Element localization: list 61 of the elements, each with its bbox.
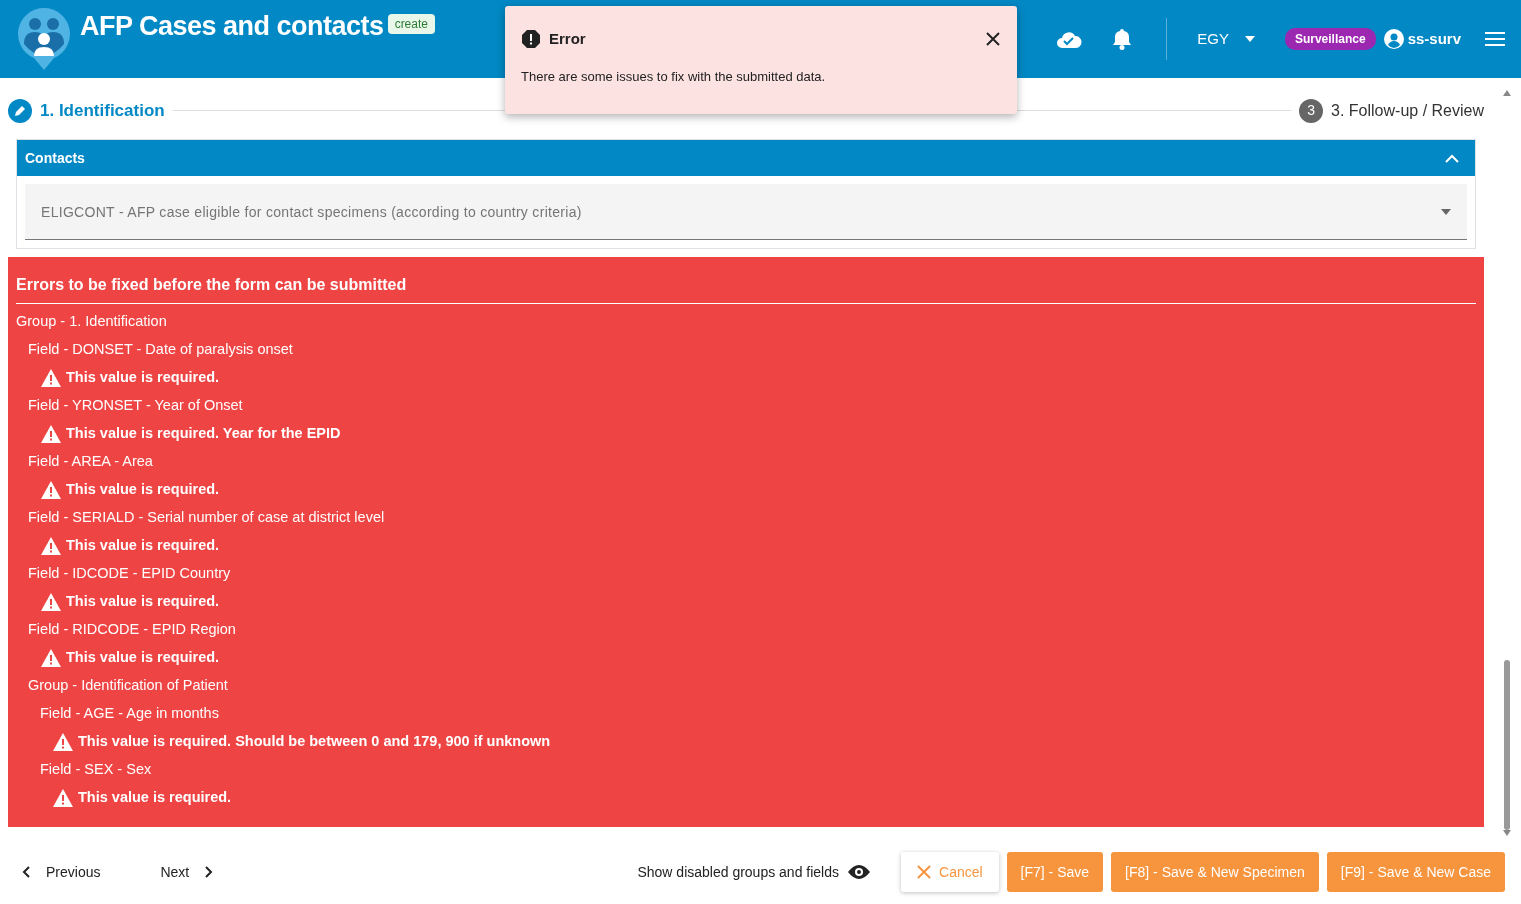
- errors-heading: Errors to be fixed before the form can be submitted: [16, 273, 1476, 304]
- step-tab[interactable]: 1. Identification: [40, 97, 165, 124]
- warning-icon: [40, 648, 62, 668]
- user-icon[interactable]: [1383, 29, 1404, 49]
- group-label: Group - 1. Identification: [16, 312, 167, 332]
- error-message: This value is required.: [66, 592, 220, 612]
- field-label: Field - AREA - Area: [28, 452, 153, 472]
- group-label: Group - Identification of Patient: [28, 676, 228, 696]
- warning-icon: [40, 536, 62, 556]
- cloud-check-icon[interactable]: [1056, 29, 1083, 49]
- field-label: Field - YRONSET - Year of Onset: [28, 396, 243, 416]
- step-tab[interactable]: 3. Follow-up / Review: [1331, 98, 1484, 123]
- error-message: This value is required. Should be between 0 and 179, 900 if unknown: [78, 732, 551, 752]
- field-label: Field - SEX - Sex: [40, 760, 152, 780]
- next-button[interactable]: Next: [154, 860, 220, 884]
- previous-button[interactable]: Previous: [16, 860, 107, 884]
- step-number: 3: [1299, 98, 1324, 123]
- error-message: This value is required.: [66, 480, 220, 500]
- app-title: AFP Cases and contacts: [80, 10, 384, 43]
- bell-icon[interactable]: [1112, 28, 1133, 50]
- warning-icon: [40, 480, 62, 500]
- close-icon: [917, 865, 931, 879]
- caret-icon: [1244, 36, 1255, 42]
- menu-icon[interactable]: [1485, 31, 1505, 47]
- warning-icon: [52, 788, 74, 808]
- cancel-button[interactable]: Cancel: [901, 852, 999, 892]
- error-message: This value is required. Year for the EPID: [66, 424, 341, 444]
- mode-tag: create: [387, 14, 435, 34]
- error-message: This value is required.: [66, 536, 220, 556]
- close-icon[interactable]: [985, 31, 1001, 48]
- warning-icon: [40, 368, 62, 388]
- toast-title: Error: [549, 29, 587, 49]
- logo-icon: [16, 6, 72, 72]
- warning-icon: [40, 592, 62, 612]
- save-button[interactable]: [F7] - Save: [1006, 852, 1104, 892]
- user-name[interactable]: ss-surv: [1407, 27, 1461, 51]
- alert-octagon-icon: [521, 29, 541, 50]
- error-message: This value is required.: [66, 368, 220, 388]
- toast-message: There are some issues to fix with the submitted data.: [521, 67, 827, 86]
- field-label: Field - AGE - Age in months: [40, 704, 219, 724]
- chevron-left-icon: [22, 866, 30, 878]
- chevron-up-icon[interactable]: [1445, 153, 1459, 163]
- warning-icon: [40, 424, 62, 444]
- chevron-right-icon: [205, 866, 214, 878]
- section-header[interactable]: Contacts: [17, 140, 1475, 176]
- country-dropdown[interactable]: EGY: [1191, 26, 1261, 52]
- eye-icon: [847, 864, 871, 880]
- save-button[interactable]: [F9] - Save & New Case: [1326, 852, 1505, 892]
- select-field[interactable]: ELIGCONT - AFP case eligible for contact specimens (according to country criteria): [25, 184, 1467, 240]
- field-label: Field - DONSET - Date of paralysis onset: [28, 340, 293, 360]
- error-message: This value is required.: [66, 648, 220, 668]
- field-label: Field - RIDCODE - EPID Region: [28, 620, 236, 640]
- field-label: Field - IDCODE - EPID Country: [28, 564, 231, 584]
- warning-icon: [52, 732, 74, 752]
- scrollbar[interactable]: [1501, 88, 1512, 838]
- error-message: This value is required.: [78, 788, 232, 808]
- caret-icon: [1441, 209, 1451, 215]
- pencil-icon[interactable]: [8, 98, 32, 123]
- role-tag: Surveillance: [1284, 28, 1376, 50]
- field-label: Field - SERIALD - Serial number of case at district level: [28, 508, 385, 528]
- save-button[interactable]: [F8] - Save & New Specimen: [1111, 852, 1319, 892]
